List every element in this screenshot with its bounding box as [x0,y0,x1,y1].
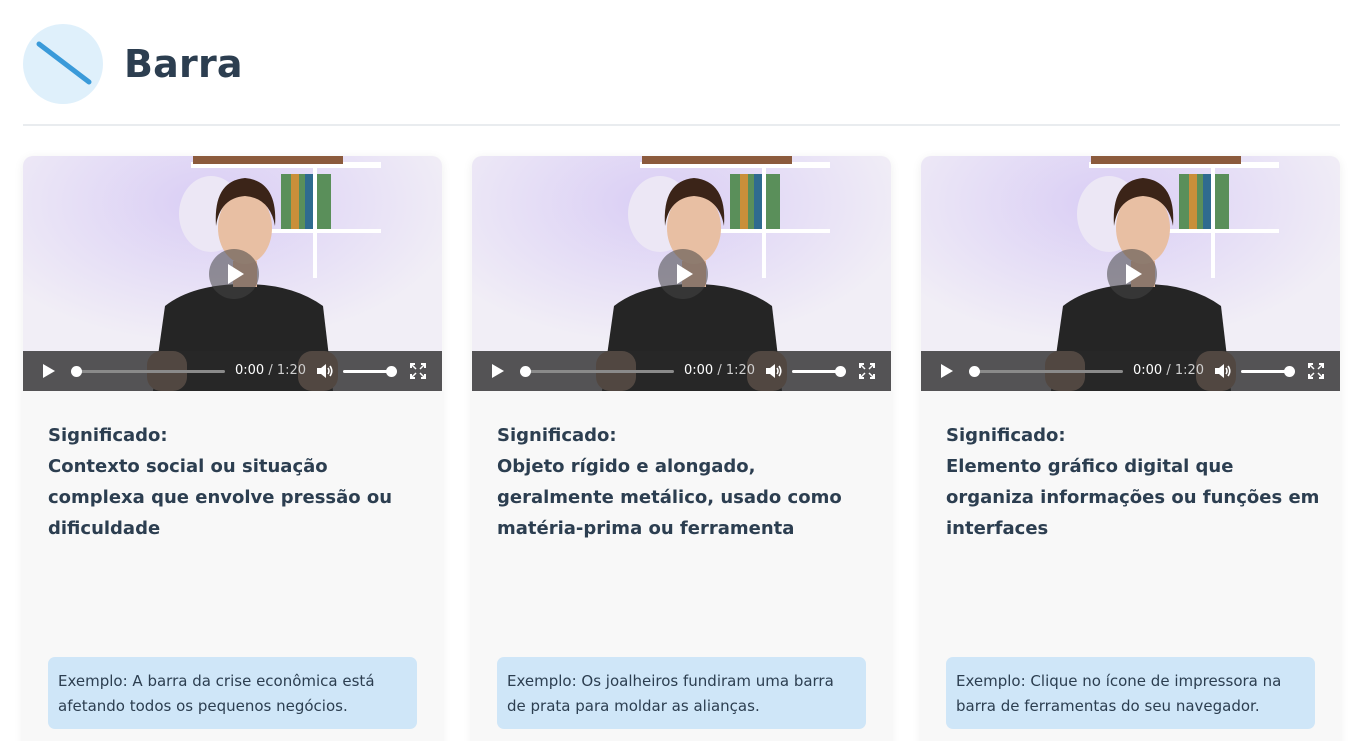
duration: 1:20 [276,363,307,378]
volume-icon[interactable] [765,363,783,379]
video-player[interactable]: 0:00 / 1:20 [472,156,891,391]
cards-grid: 0:00 / 1:20 Significado: Contexto social… [23,156,1341,741]
meaning-text: Elemento gráfico digital que organiza in… [946,456,1320,539]
header-divider [23,124,1340,126]
current-time: 0:00 [235,363,265,378]
video-progress-bar[interactable] [520,366,674,377]
play-icon[interactable] [490,364,504,378]
play-icon[interactable] [939,364,953,378]
video-player[interactable]: 0:00 / 1:20 [921,156,1340,391]
volume-icon[interactable] [316,363,334,379]
meaning-label: Significado: [497,425,617,446]
video-time: 0:00 / 1:20 [684,363,755,378]
video-time: 0:00 / 1:20 [235,363,306,378]
meaning-text: Contexto social ou situação complexa que… [48,456,393,539]
progress-thumb[interactable] [520,366,531,377]
meaning-label: Significado: [48,425,168,446]
duration: 1:20 [725,363,756,378]
volume-slider[interactable] [792,366,846,377]
video-player[interactable]: 0:00 / 1:20 [23,156,442,391]
fullscreen-icon[interactable] [859,363,875,379]
example-box: Exemplo: Os joalheiros fundiram uma barr… [497,657,866,729]
meaning-label: Significado: [946,425,1066,446]
volume-icon[interactable] [1214,363,1232,379]
fullscreen-icon[interactable] [1308,363,1324,379]
time-separator: / [713,363,726,378]
volume-slider[interactable] [1241,366,1295,377]
progress-thumb[interactable] [71,366,82,377]
meaning-section: Significado: Contexto social ou situação… [48,420,423,544]
time-separator: / [264,363,277,378]
volume-thumb[interactable] [1284,366,1295,377]
meaning-section: Significado: Elemento gráfico digital qu… [946,420,1321,544]
video-time: 0:00 / 1:20 [1133,363,1204,378]
volume-thumb[interactable] [835,366,846,377]
meaning-card: 0:00 / 1:20 Significado: Elemento gráfic… [921,156,1340,741]
progress-thumb[interactable] [969,366,980,377]
meaning-card: 0:00 / 1:20 Significado: Contexto social… [23,156,442,741]
video-progress-bar[interactable] [71,366,225,377]
current-time: 0:00 [684,363,714,378]
slash-icon [23,24,103,104]
meaning-text: Objeto rígido e alongado, geralmente met… [497,456,842,539]
meaning-card: 0:00 / 1:20 Significado: Objeto rígido e… [472,156,891,741]
meaning-section: Significado: Objeto rígido e alongado, g… [497,420,872,544]
time-separator: / [1162,363,1175,378]
example-box: Exemplo: A barra da crise econômica está… [48,657,417,729]
page-header: Barra [23,24,243,104]
fullscreen-icon[interactable] [410,363,426,379]
volume-thumb[interactable] [386,366,397,377]
big-play-button[interactable] [658,249,708,299]
video-controls: 0:00 / 1:20 [23,351,442,391]
big-play-button[interactable] [1107,249,1157,299]
video-controls: 0:00 / 1:20 [921,351,1340,391]
play-icon[interactable] [41,364,55,378]
duration: 1:20 [1174,363,1205,378]
video-controls: 0:00 / 1:20 [472,351,891,391]
video-progress-bar[interactable] [969,366,1123,377]
current-time: 0:00 [1133,363,1163,378]
volume-slider[interactable] [343,366,397,377]
page-title: Barra [124,42,243,86]
big-play-button[interactable] [209,249,259,299]
example-box: Exemplo: Clique no ícone de impressora n… [946,657,1315,729]
